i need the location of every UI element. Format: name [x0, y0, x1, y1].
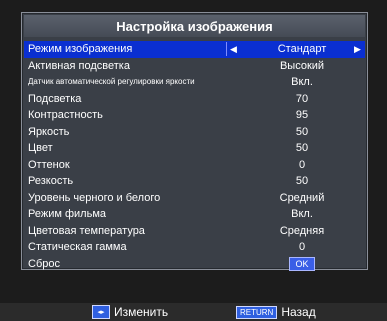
menu-item-value: Вкл. [291, 76, 313, 88]
triangle-left-icon[interactable]: ◀ [230, 41, 237, 58]
menu-item-label: Датчик автоматической регулировки яркост… [28, 77, 195, 86]
menu-item-value: 0 [298, 158, 306, 171]
menu-item-color-temperature[interactable]: Цветовая температура Средняя [24, 223, 365, 240]
picture-settings-panel: Настройка изображения Режим изображения … [21, 12, 368, 272]
menu-item-contrast[interactable]: Контрастность 95 [24, 107, 365, 124]
back-label: Назад [281, 305, 316, 319]
menu-item-label: Активная подсветка [28, 59, 130, 72]
ok-button[interactable]: OK [289, 256, 315, 271]
menu-item-label: Сброс [28, 257, 60, 270]
menu-item-color[interactable]: Цвет 50 [24, 140, 365, 157]
menu-item-label: Уровень черного и белого [28, 191, 161, 204]
menu-item-label: Яркость [28, 125, 70, 138]
change-label: Изменить [114, 305, 169, 319]
menu-item-label: Статическая гамма [28, 241, 127, 253]
menu-item-value: 50 [295, 125, 309, 138]
menu-item-value: 50 [295, 142, 309, 154]
triangle-right-icon[interactable]: ▶ [354, 41, 361, 58]
menu-item-label: Оттенок [28, 158, 70, 171]
menu-item-value: Вкл. [291, 208, 313, 220]
left-right-arrows-icon: ◂▸ [92, 305, 110, 319]
menu-item-value: 70 [295, 92, 309, 105]
menu-item-label: Резкость [28, 175, 74, 187]
menu-item-static-gamma[interactable]: Статическая гамма 0 [24, 239, 365, 256]
reset-value: OK [252, 256, 352, 273]
menu-item-black-white-level[interactable]: Уровень черного и белого Средний [24, 190, 365, 207]
menu-item-value: Стандарт [277, 43, 327, 55]
change-hint: ◂▸ Изменить [92, 305, 168, 319]
menu-item-value: 50 [295, 175, 309, 187]
menu-item-film-mode[interactable]: Режим фильма Вкл. [24, 206, 365, 223]
menu-item-sharpness[interactable]: Резкость 50 [24, 173, 365, 190]
menu-item-auto-brightness-sensor[interactable]: Датчик автоматической регулировки яркост… [24, 74, 365, 91]
menu-item-brightness[interactable]: Яркость 50 [24, 124, 365, 141]
panel-title: Настройка изображения [24, 15, 365, 37]
menu-item-label: Цветовая температура [28, 224, 145, 237]
menu-item-tint[interactable]: Оттенок 0 [24, 157, 365, 174]
menu-item-value: 0 [298, 241, 306, 253]
menu-item-label: Подсветка [28, 92, 82, 105]
menu-item-value: Средний [279, 191, 325, 204]
menu-item-value: Высокий [279, 59, 325, 72]
menu-item-label: Контрастность [28, 109, 103, 121]
footer-bar: ◂▸ Изменить RETURN Назад [0, 303, 387, 321]
settings-menu: Режим изображения ◀ Стандарт ▶ Активная … [24, 41, 365, 272]
back-hint[interactable]: RETURN Назад [236, 305, 316, 319]
return-key-badge: RETURN [236, 305, 278, 319]
menu-item-label: Цвет [28, 142, 53, 154]
menu-item-value: 95 [295, 109, 309, 121]
menu-item-active-backlight[interactable]: Активная подсветка Высокий [24, 58, 365, 75]
menu-item-label: Режим изображения [28, 43, 133, 55]
menu-item-reset[interactable]: Сброс OK [24, 256, 365, 273]
menu-item-picture-mode[interactable]: Режим изображения ◀ Стандарт ▶ [24, 41, 365, 58]
menu-item-value: Средняя [279, 224, 325, 237]
menu-item-label: Режим фильма [28, 208, 106, 220]
menu-item-backlight[interactable]: Подсветка 70 [24, 91, 365, 108]
